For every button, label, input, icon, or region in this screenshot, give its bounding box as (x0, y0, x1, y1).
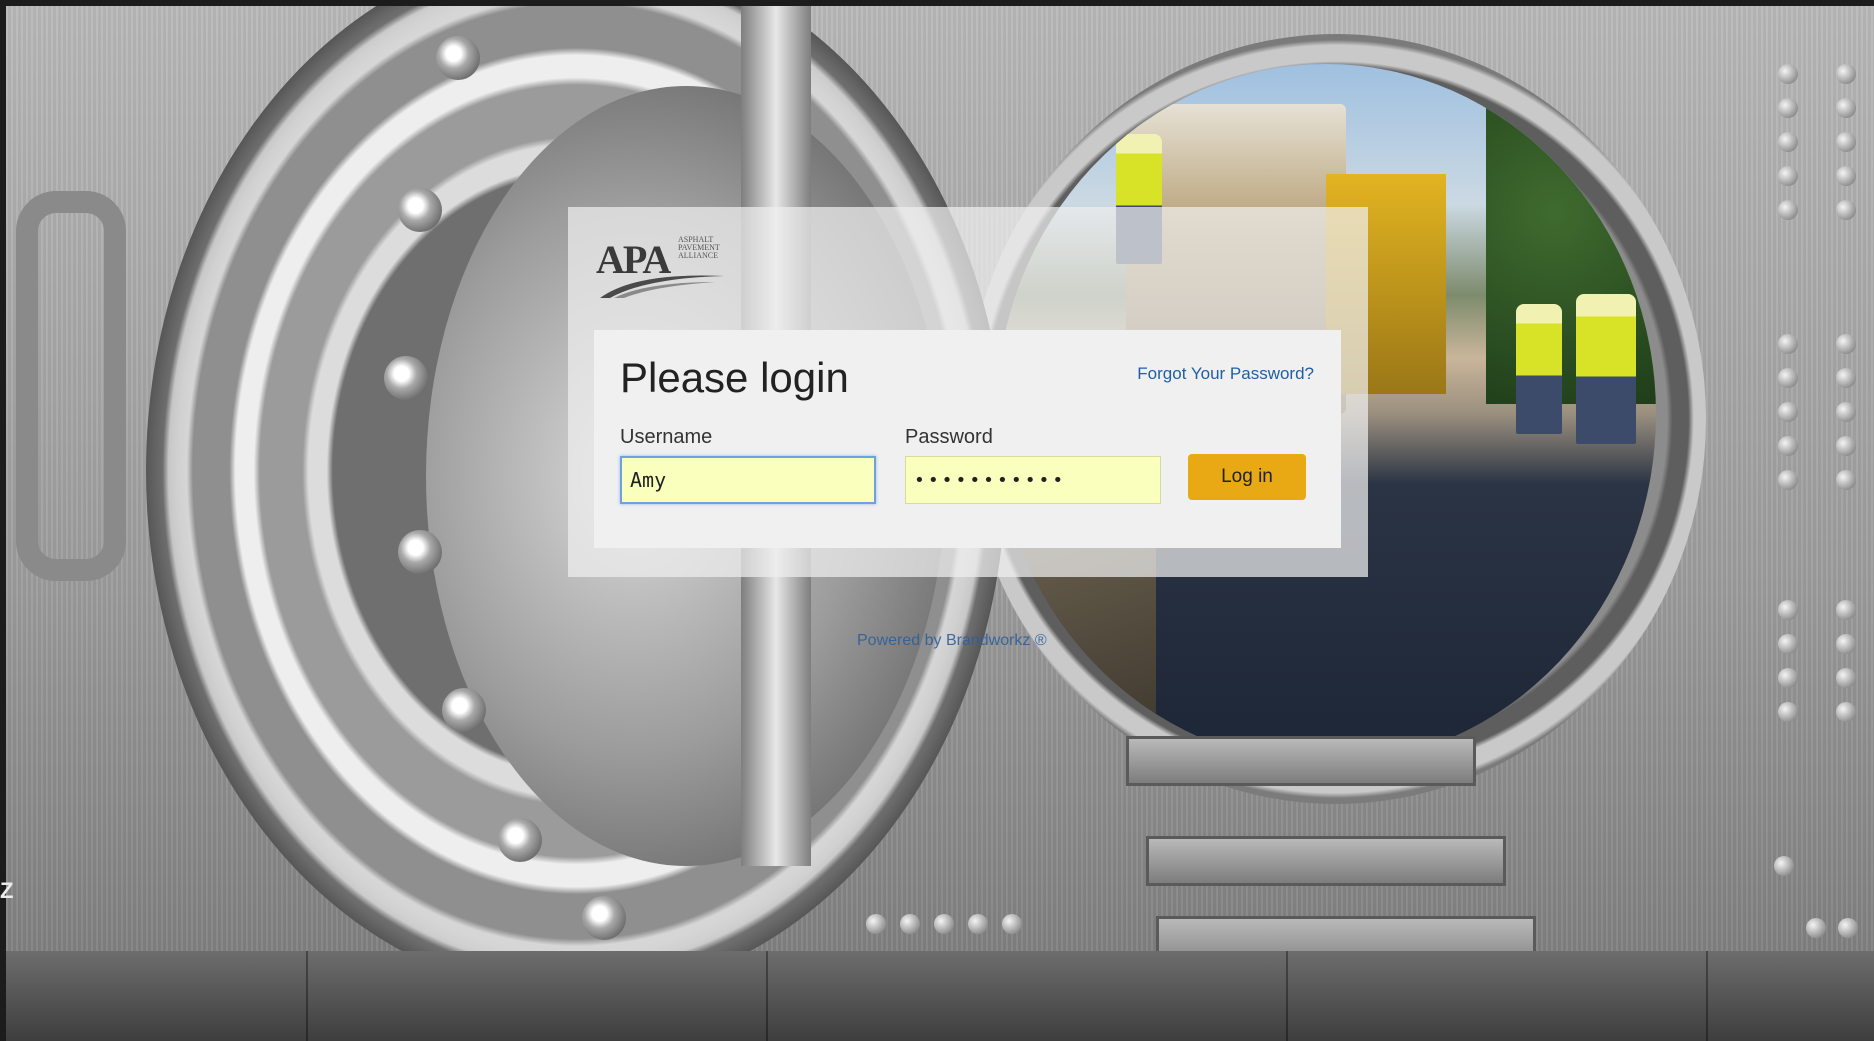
bolt-icon (384, 356, 428, 400)
rivet-icon (1836, 98, 1856, 118)
stair-step (1146, 836, 1506, 886)
rivet-icon (968, 914, 988, 934)
rivet-icon (1836, 436, 1856, 456)
floor-seam (306, 951, 308, 1041)
floor-seam (766, 951, 768, 1041)
bolt-icon (442, 688, 486, 732)
rivet-icon (934, 914, 954, 934)
rivet-icon (1836, 402, 1856, 422)
username-label: Username (620, 426, 713, 448)
bolt-icon (498, 818, 542, 862)
password-label: Password (905, 426, 993, 448)
powered-by-link[interactable]: Powered by Brandworkz ® (857, 632, 1047, 650)
bolt-icon (436, 36, 480, 80)
page-title: Please login (620, 354, 849, 401)
floor-seam (1286, 951, 1288, 1041)
rivet-icon (1778, 436, 1798, 456)
rivet-icon (1002, 914, 1022, 934)
rivet-icon (1836, 702, 1856, 722)
stair-step (1126, 736, 1476, 786)
rivet-icon (1778, 402, 1798, 422)
username-input[interactable] (620, 456, 876, 504)
rivet-icon (1778, 368, 1798, 388)
login-panel: Please login Forgot Your Password? Usern… (594, 330, 1341, 548)
rivet-icon (1778, 166, 1798, 186)
rivet-icon (1836, 132, 1856, 152)
rivet-icon (1836, 368, 1856, 388)
edge-clipped-letter: Z (0, 878, 14, 903)
bolt-icon (582, 896, 626, 940)
rivet-icon (1778, 334, 1798, 354)
login-button[interactable]: Log in (1188, 454, 1306, 500)
rivet-icon (866, 914, 886, 934)
bolt-icon (398, 530, 442, 574)
logo-subtext: ASPHALT PAVEMENT ALLIANCE (678, 235, 720, 260)
bolt-icon (398, 188, 442, 232)
rivet-icon (1836, 200, 1856, 220)
worker-figure (1576, 294, 1636, 444)
rivet-icon (1836, 470, 1856, 490)
rivet-icon (1778, 98, 1798, 118)
rivet-icon (1778, 200, 1798, 220)
rivet-icon (1836, 64, 1856, 84)
rivet-icon (1836, 166, 1856, 186)
floor-seam (1706, 951, 1708, 1041)
rivet-icon (1774, 856, 1794, 876)
rivet-icon (1778, 132, 1798, 152)
rivet-icon (900, 914, 920, 934)
apa-logo: APA ASPHALT PAVEMENT ALLIANCE (596, 230, 736, 300)
rivet-icon (1836, 334, 1856, 354)
password-input[interactable] (905, 456, 1161, 504)
rivet-icon (1778, 702, 1798, 722)
worker-figure (1516, 304, 1562, 434)
rivet-icon (1778, 600, 1798, 620)
rivet-icon (1836, 634, 1856, 654)
rivet-icon (1836, 668, 1856, 688)
rivet-icon (1778, 668, 1798, 688)
vault-handle-icon (16, 191, 126, 581)
vault-floor (6, 951, 1874, 1041)
rivet-icon (1778, 470, 1798, 490)
rivet-icon (1838, 918, 1858, 938)
logo-swoosh-icon (600, 275, 724, 298)
forgot-password-link[interactable]: Forgot Your Password? (1137, 364, 1314, 384)
rivet-icon (1778, 634, 1798, 654)
rivet-icon (1778, 64, 1798, 84)
rivet-icon (1806, 918, 1826, 938)
rivet-icon (1836, 600, 1856, 620)
